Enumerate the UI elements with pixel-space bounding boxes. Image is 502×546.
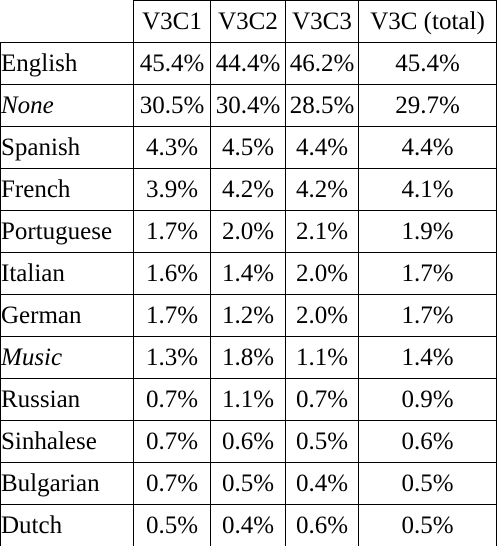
row-label: Dutch xyxy=(1,505,134,546)
cell-v3c1: 0.5% xyxy=(134,505,211,546)
column-header-v3c1: V3C1 xyxy=(134,1,211,43)
table-row: Portuguese1.7%2.0%2.1%1.9% xyxy=(1,211,497,253)
cell-v3c3: 0.4% xyxy=(286,463,359,505)
table-body: English45.4%44.4%46.2%45.4%None30.5%30.4… xyxy=(1,43,497,546)
table-row: None30.5%30.4%28.5%29.7% xyxy=(1,85,497,127)
cell-v3c2: 2.0% xyxy=(211,211,286,253)
cell-v3c1: 1.6% xyxy=(134,253,211,295)
cell-v3c3: 0.7% xyxy=(286,379,359,421)
row-label: Portuguese xyxy=(1,211,134,253)
table-header: V3C1 V3C2 V3C3 V3C (total) xyxy=(1,1,497,43)
cell-v3c2: 1.4% xyxy=(211,253,286,295)
row-label: French xyxy=(1,169,134,211)
cell-v3c1: 0.7% xyxy=(134,421,211,463)
cell-total: 1.7% xyxy=(359,295,497,337)
cell-v3c2: 0.6% xyxy=(211,421,286,463)
row-label: Sinhalese xyxy=(1,421,134,463)
table-row: German1.7%1.2%2.0%1.7% xyxy=(1,295,497,337)
cell-total: 4.4% xyxy=(359,127,497,169)
cell-v3c2: 0.4% xyxy=(211,505,286,546)
table-row: Spanish4.3%4.5%4.4%4.4% xyxy=(1,127,497,169)
table-row: Music1.3%1.8%1.1%1.4% xyxy=(1,337,497,379)
cell-v3c2: 4.5% xyxy=(211,127,286,169)
cell-v3c3: 2.1% xyxy=(286,211,359,253)
cell-total: 0.5% xyxy=(359,505,497,546)
cell-v3c1: 3.9% xyxy=(134,169,211,211)
cell-total: 4.1% xyxy=(359,169,497,211)
cell-v3c1: 0.7% xyxy=(134,379,211,421)
cell-total: 1.9% xyxy=(359,211,497,253)
table-row: French3.9%4.2%4.2%4.1% xyxy=(1,169,497,211)
header-row: V3C1 V3C2 V3C3 V3C (total) xyxy=(1,1,497,43)
cell-v3c2: 0.5% xyxy=(211,463,286,505)
column-header-v3c-total: V3C (total) xyxy=(359,1,497,43)
cell-v3c3: 4.4% xyxy=(286,127,359,169)
cell-total: 1.4% xyxy=(359,337,497,379)
table-row: Bulgarian0.7%0.5%0.4%0.5% xyxy=(1,463,497,505)
cell-v3c1: 1.3% xyxy=(134,337,211,379)
table-row: Italian1.6%1.4%2.0%1.7% xyxy=(1,253,497,295)
table-row: Dutch0.5%0.4%0.6%0.5% xyxy=(1,505,497,546)
cell-v3c3: 2.0% xyxy=(286,295,359,337)
row-label: Bulgarian xyxy=(1,463,134,505)
cell-v3c1: 4.3% xyxy=(134,127,211,169)
cell-v3c1: 1.7% xyxy=(134,211,211,253)
cell-v3c2: 1.1% xyxy=(211,379,286,421)
cell-v3c3: 2.0% xyxy=(286,253,359,295)
row-label: None xyxy=(1,85,134,127)
table-container: V3C1 V3C2 V3C3 V3C (total) English45.4%4… xyxy=(0,0,502,530)
cell-v3c3: 0.5% xyxy=(286,421,359,463)
column-header-v3c2: V3C2 xyxy=(211,1,286,43)
cell-v3c1: 0.7% xyxy=(134,463,211,505)
row-label: German xyxy=(1,295,134,337)
row-label: Music xyxy=(1,337,134,379)
table-row: Sinhalese0.7%0.6%0.5%0.6% xyxy=(1,421,497,463)
cell-v3c2: 44.4% xyxy=(211,43,286,85)
cell-v3c3: 0.6% xyxy=(286,505,359,546)
cell-v3c3: 1.1% xyxy=(286,337,359,379)
table-row: English45.4%44.4%46.2%45.4% xyxy=(1,43,497,85)
cell-v3c2: 1.8% xyxy=(211,337,286,379)
cell-total: 29.7% xyxy=(359,85,497,127)
row-label: English xyxy=(1,43,134,85)
cell-v3c1: 45.4% xyxy=(134,43,211,85)
cell-v3c3: 4.2% xyxy=(286,169,359,211)
column-header-v3c3: V3C3 xyxy=(286,1,359,43)
corner-cell xyxy=(1,1,134,43)
table-row: Russian0.7%1.1%0.7%0.9% xyxy=(1,379,497,421)
cell-v3c3: 46.2% xyxy=(286,43,359,85)
cell-v3c2: 1.2% xyxy=(211,295,286,337)
cell-total: 1.7% xyxy=(359,253,497,295)
cell-v3c3: 28.5% xyxy=(286,85,359,127)
cell-total: 45.4% xyxy=(359,43,497,85)
row-label: Russian xyxy=(1,379,134,421)
language-distribution-table: V3C1 V3C2 V3C3 V3C (total) English45.4%4… xyxy=(0,0,497,546)
cell-v3c2: 30.4% xyxy=(211,85,286,127)
row-label: Italian xyxy=(1,253,134,295)
cell-v3c2: 4.2% xyxy=(211,169,286,211)
cell-total: 0.6% xyxy=(359,421,497,463)
cell-v3c1: 1.7% xyxy=(134,295,211,337)
cell-v3c1: 30.5% xyxy=(134,85,211,127)
row-label: Spanish xyxy=(1,127,134,169)
cell-total: 0.5% xyxy=(359,463,497,505)
cell-total: 0.9% xyxy=(359,379,497,421)
